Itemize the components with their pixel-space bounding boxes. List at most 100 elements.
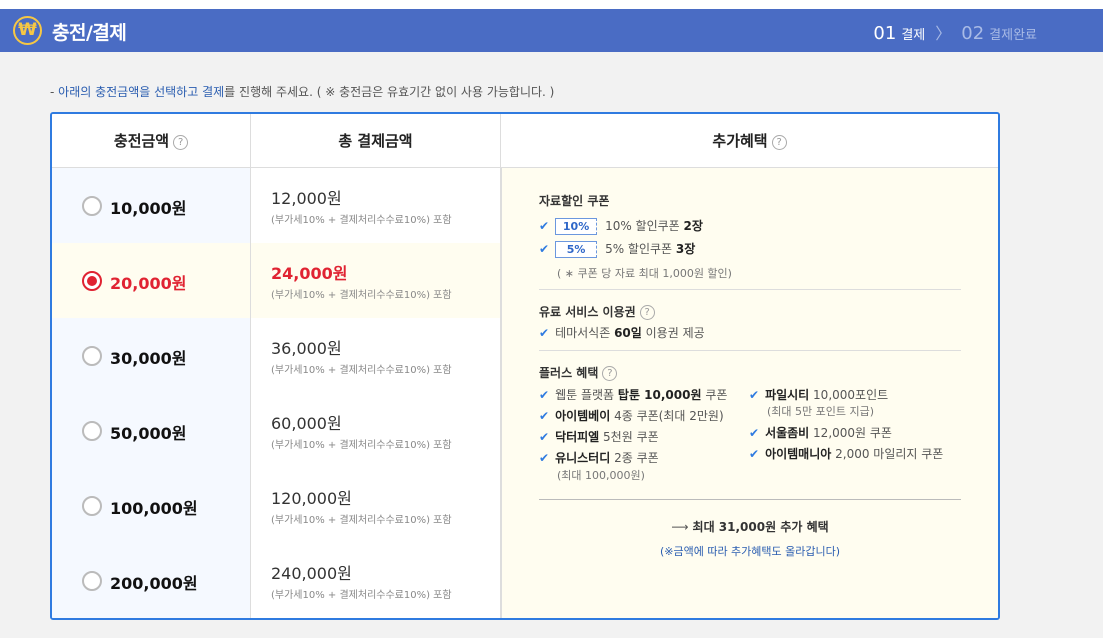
plus-bold: 아이템베이	[555, 409, 611, 423]
fee-note: (부가세10% + 결제처리수수료10%) 포함	[271, 290, 452, 301]
step-2-label: 결제완료	[989, 28, 1037, 43]
amount-row-10000[interactable]: 10,000원 12,000원 (부가세10% + 결제처리수수료10%) 포함	[52, 168, 501, 243]
amount-value: 10,000원	[110, 199, 187, 218]
coupon-item: ✔ 10% 10% 할인쿠폰 2장	[539, 217, 703, 235]
plus-text: 2종 쿠폰	[610, 451, 659, 465]
plus-sub: (최대 5만 포인트 지급)	[767, 405, 875, 418]
plus-section-title: 플러스 혜택?	[539, 364, 618, 381]
notice-middle: 를 진행해 주세요.	[224, 85, 313, 99]
total-price: 120,000원	[271, 489, 352, 508]
coupon-count: 2장	[683, 219, 703, 233]
amount-row-20000[interactable]: 20,000원 24,000원 (부가세10% + 결제처리수수료10%) 포함	[52, 243, 501, 318]
check-icon: ✔	[749, 426, 760, 440]
check-icon: ✔	[539, 388, 550, 402]
help-icon[interactable]: ?	[771, 135, 787, 150]
divider	[539, 289, 961, 290]
plus-text: 2,000 마일리지 쿠폰	[831, 447, 944, 461]
paid-text-before: 테마서식존	[555, 326, 615, 340]
coupon-section-title: 자료할인 쿠폰	[539, 194, 610, 208]
benefit-panel: 자료할인 쿠폰 ✔ 10% 10% 할인쿠폰 2장 ✔ 5% 5% 할인쿠폰 3장 ( …	[501, 168, 998, 618]
notice-suffix: ( ※ 충전금은 유효기간 없이 사용 가능합니다. )	[312, 85, 555, 99]
check-icon: ✔	[539, 326, 550, 340]
won-logo-icon: ₩	[13, 16, 42, 45]
paid-text-after: 이용권 제공	[641, 326, 705, 340]
coupon-count: 3장	[675, 242, 696, 256]
fee-note: (부가세10% + 결제처리수수료10%) 포함	[271, 590, 452, 601]
plus-item: ✔ 웹툰 플랫폼 탑툰 10,000원 쿠폰	[539, 386, 727, 407]
plus-bold: 유니스터디	[555, 451, 611, 465]
divider	[539, 499, 961, 500]
help-icon[interactable]: ?	[173, 135, 189, 150]
instruction-notice: - 아래의 충전금액을 선택하고 결제를 진행해 주세요. ( ※ 충전금은 유…	[50, 83, 554, 100]
amount-radio[interactable]	[82, 421, 102, 441]
amount-row-50000[interactable]: 50,000원 60,000원 (부가세10% + 결제처리수수료10%) 포함	[52, 393, 501, 468]
amount-row-100000[interactable]: 100,000원 120,000원 (부가세10% + 결제처리수수료10%) …	[52, 468, 501, 543]
payment-page: ₩ 충전/결제 01 결제 〉 02 결제완료 - 아래의 충전금액을 선택하고…	[0, 0, 1103, 638]
notice-highlight: 아래의 충전금액을 선택하고 결제	[58, 85, 225, 99]
header-amount-label: 충전금액	[113, 132, 170, 150]
plus-bold: 닥터피엘	[555, 430, 600, 444]
fee-note: (부가세10% + 결제처리수수료10%) 포함	[271, 440, 452, 451]
notice-prefix: -	[50, 85, 59, 99]
amount-cell[interactable]: 100,000원	[52, 468, 251, 543]
plus-text: 12,000원 쿠폰	[809, 426, 892, 440]
amount-row-200000[interactable]: 200,000원 240,000원 (부가세10% + 결제처리수수료10%) …	[52, 543, 501, 618]
amount-value: 200,000원	[110, 574, 198, 593]
charge-table: 충전금액? 총 결제금액 추가혜택? 10,000원 12,000원 (부가세1…	[50, 112, 1000, 620]
header-total: 총 결제금액	[251, 114, 501, 168]
amount-radio[interactable]	[82, 496, 102, 516]
amount-radio[interactable]	[82, 571, 102, 591]
plus-text: 10,000포인트	[809, 388, 889, 402]
total-cell: 12,000원 (부가세10% + 결제처리수수료10%) 포함	[251, 168, 501, 243]
header-bar: ₩ 충전/결제 01 결제 〉 02 결제완료	[0, 9, 1103, 52]
amount-value: 20,000원	[110, 274, 187, 293]
max-benefit-text: 최대 31,000원 추가 혜택	[692, 520, 829, 534]
step-indicator: 01 결제 〉 02 결제완료	[873, 20, 1037, 44]
step-1-number: 01	[873, 23, 897, 44]
plus-text: 5천원 쿠폰	[599, 430, 659, 444]
total-cell: 240,000원 (부가세10% + 결제처리수수료10%) 포함	[251, 543, 501, 618]
amount-cell[interactable]: 200,000원	[52, 543, 251, 618]
header-benefit-label: 추가혜택	[712, 132, 768, 150]
plus-list-right: ✔ 파일시티 10,000포인트 (최대 5만 포인트 지급) ✔ 서울좀비 12,…	[749, 386, 943, 466]
chevron-right-icon: 〉	[935, 24, 952, 43]
coupon-tag: 10%	[555, 218, 598, 235]
arrow-right-icon: ⟶	[671, 520, 689, 534]
amount-row-30000[interactable]: 30,000원 36,000원 (부가세10% + 결제처리수수료10%) 포함	[52, 318, 501, 393]
check-icon: ✔	[539, 409, 550, 423]
check-icon: ✔	[539, 451, 550, 465]
step-2-number: 02	[961, 23, 985, 44]
paid-bold: 60일	[614, 326, 642, 340]
amount-value: 50,000원	[110, 424, 187, 443]
fee-note: (부가세10% + 결제처리수수료10%) 포함	[271, 515, 452, 526]
plus-item: ✔ 파일시티 10,000포인트	[749, 386, 943, 403]
amount-cell[interactable]: 50,000원	[52, 393, 251, 468]
paid-title-text: 유료 서비스 이용권	[539, 305, 636, 319]
amount-cell[interactable]: 10,000원	[52, 168, 251, 243]
amount-cell[interactable]: 30,000원	[52, 318, 251, 393]
plus-text: 쿠폰	[701, 388, 728, 402]
help-icon[interactable]: ?	[639, 305, 655, 320]
top-strip	[0, 0, 1103, 9]
header-benefit: 추가혜택?	[501, 114, 998, 168]
divider	[539, 350, 961, 351]
amount-radio[interactable]	[82, 346, 102, 366]
total-price: 36,000원	[271, 339, 342, 358]
amount-cell[interactable]: 20,000원	[52, 243, 251, 318]
coupon-note: ( ∗ 쿠폰 당 자료 최대 1,000원 할인)	[557, 267, 732, 280]
plus-text: 4종 쿠폰(최대 2만원)	[610, 409, 724, 423]
amount-radio[interactable]	[82, 196, 102, 216]
plus-title-text: 플러스 혜택	[539, 366, 599, 380]
header-amount: 충전금액?	[52, 114, 251, 168]
plus-item: ✔ 서울좀비 12,000원 쿠폰	[749, 424, 943, 445]
plus-bold: 아이템매니아	[765, 447, 832, 461]
total-cell: 120,000원 (부가세10% + 결제처리수수료10%) 포함	[251, 468, 501, 543]
plus-list-left: ✔ 웹툰 플랫폼 탑툰 10,000원 쿠폰 ✔ 아이템베이 4종 쿠폰(최대 2만…	[539, 386, 727, 483]
plus-item: ✔ 닥터피엘 5천원 쿠폰	[539, 428, 727, 449]
max-benefit: ⟶ 최대 31,000원 추가 혜택	[539, 518, 961, 535]
paid-item: ✔ 테마서식존 60일 이용권 제공	[539, 324, 705, 341]
help-icon[interactable]: ?	[602, 366, 618, 381]
check-icon: ✔	[539, 242, 550, 256]
amount-radio-selected[interactable]	[82, 271, 102, 291]
total-price: 12,000원	[271, 189, 342, 208]
